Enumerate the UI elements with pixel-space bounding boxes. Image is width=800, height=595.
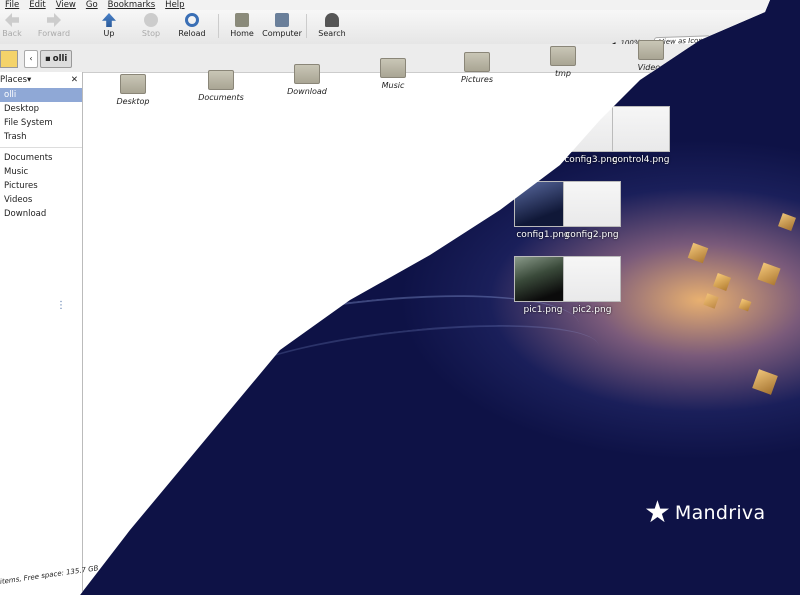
- sidebar-item-music[interactable]: Music: [0, 165, 82, 179]
- home-icon: [235, 13, 249, 27]
- sidebar-item-videos[interactable]: Videos: [0, 193, 82, 207]
- desktop-file-icon[interactable]: control4.png: [612, 106, 670, 165]
- close-icon[interactable]: ✕: [71, 72, 78, 88]
- decor-cube: [713, 273, 731, 291]
- decor-cube: [703, 293, 719, 309]
- home-folder-icon: ▪: [45, 54, 51, 64]
- edit-location-icon[interactable]: [0, 50, 18, 68]
- toolbar-separator: [218, 14, 219, 38]
- sidebar-item-file-system[interactable]: File System: [0, 116, 82, 130]
- places-dropdown[interactable]: Places▾: [0, 72, 31, 88]
- folder-icon: [208, 70, 234, 90]
- stop-icon: [144, 13, 158, 27]
- image-thumbnail: [563, 256, 621, 302]
- folder-icon: [638, 40, 664, 60]
- breadcrumb-left-arrow[interactable]: ‹: [24, 50, 38, 68]
- places-sidebar: Places▾ ✕ olli Desktop File System Trash…: [0, 72, 83, 595]
- sidebar-item-documents[interactable]: Documents: [0, 151, 82, 165]
- computer-button[interactable]: Computer: [262, 13, 302, 38]
- binoculars-icon: [325, 13, 339, 27]
- menu-file[interactable]: File: [5, 0, 19, 10]
- folder-icon: [120, 74, 146, 94]
- decor-cube: [752, 369, 778, 395]
- up-arrow-icon: [102, 13, 116, 27]
- folder-tmp[interactable]: tmp: [538, 46, 588, 78]
- decor-cube: [778, 213, 796, 231]
- up-button[interactable]: Up: [89, 13, 129, 38]
- sidebar-item-pictures[interactable]: Pictures: [0, 179, 82, 193]
- folder-icon: [550, 46, 576, 66]
- decor-cube: [738, 298, 752, 312]
- folder-icon: [464, 52, 490, 72]
- stop-button[interactable]: Stop: [131, 13, 171, 38]
- folder-download[interactable]: Download: [282, 64, 332, 96]
- sidebar-item-desktop[interactable]: Desktop: [0, 102, 82, 116]
- sidebar-resize-handle[interactable]: ⋮: [56, 300, 66, 311]
- menu-go[interactable]: Go: [86, 0, 98, 10]
- desktop-file-icon[interactable]: config2.png: [563, 181, 621, 240]
- sidebar-item-olli[interactable]: olli: [0, 88, 82, 102]
- toolbar-separator: [306, 14, 307, 38]
- folder-documents[interactable]: Documents: [196, 70, 246, 102]
- folder-music[interactable]: Music: [368, 58, 418, 90]
- mandriva-logo: ★ Mandriva: [644, 498, 765, 528]
- back-button[interactable]: Back: [0, 13, 32, 38]
- back-arrow-icon: [5, 13, 19, 27]
- folder-icon: [380, 58, 406, 78]
- sidebar-item-download[interactable]: Download: [0, 207, 82, 221]
- menu-edit[interactable]: Edit: [29, 0, 45, 10]
- home-button[interactable]: Home: [222, 13, 262, 38]
- reload-icon: [185, 13, 199, 27]
- forward-button[interactable]: Forward: [34, 13, 74, 38]
- decor-cube: [687, 242, 709, 264]
- menu-view[interactable]: View: [56, 0, 76, 10]
- sidebar-item-trash[interactable]: Trash: [0, 130, 82, 144]
- menu-help[interactable]: Help: [165, 0, 184, 10]
- image-thumbnail: [612, 106, 670, 152]
- sidebar-divider: [0, 147, 82, 148]
- breadcrumb-current[interactable]: ▪ olli: [40, 50, 73, 68]
- folder-pictures[interactable]: Pictures: [452, 52, 502, 84]
- menu-bar: File Edit View Go Bookmarks Help: [0, 0, 770, 10]
- star-logo-icon: ★: [644, 495, 671, 530]
- reload-button[interactable]: Reload: [172, 13, 212, 38]
- search-button[interactable]: Search: [312, 13, 352, 38]
- image-thumbnail: [563, 181, 621, 227]
- desktop-file-icon[interactable]: pic2.png: [563, 256, 621, 315]
- decor-cube: [757, 262, 781, 286]
- logo-wordmark: Mandriva: [674, 502, 766, 524]
- folder-icon: [294, 64, 320, 84]
- menu-bookmarks[interactable]: Bookmarks: [108, 0, 156, 10]
- folder-desktop[interactable]: Desktop: [108, 74, 158, 106]
- toolbar: Back Forward Up Stop Reload Home Compute…: [0, 10, 770, 48]
- forward-arrow-icon: [47, 13, 61, 27]
- computer-icon: [275, 13, 289, 27]
- sidebar-header: Places▾ ✕: [0, 72, 82, 88]
